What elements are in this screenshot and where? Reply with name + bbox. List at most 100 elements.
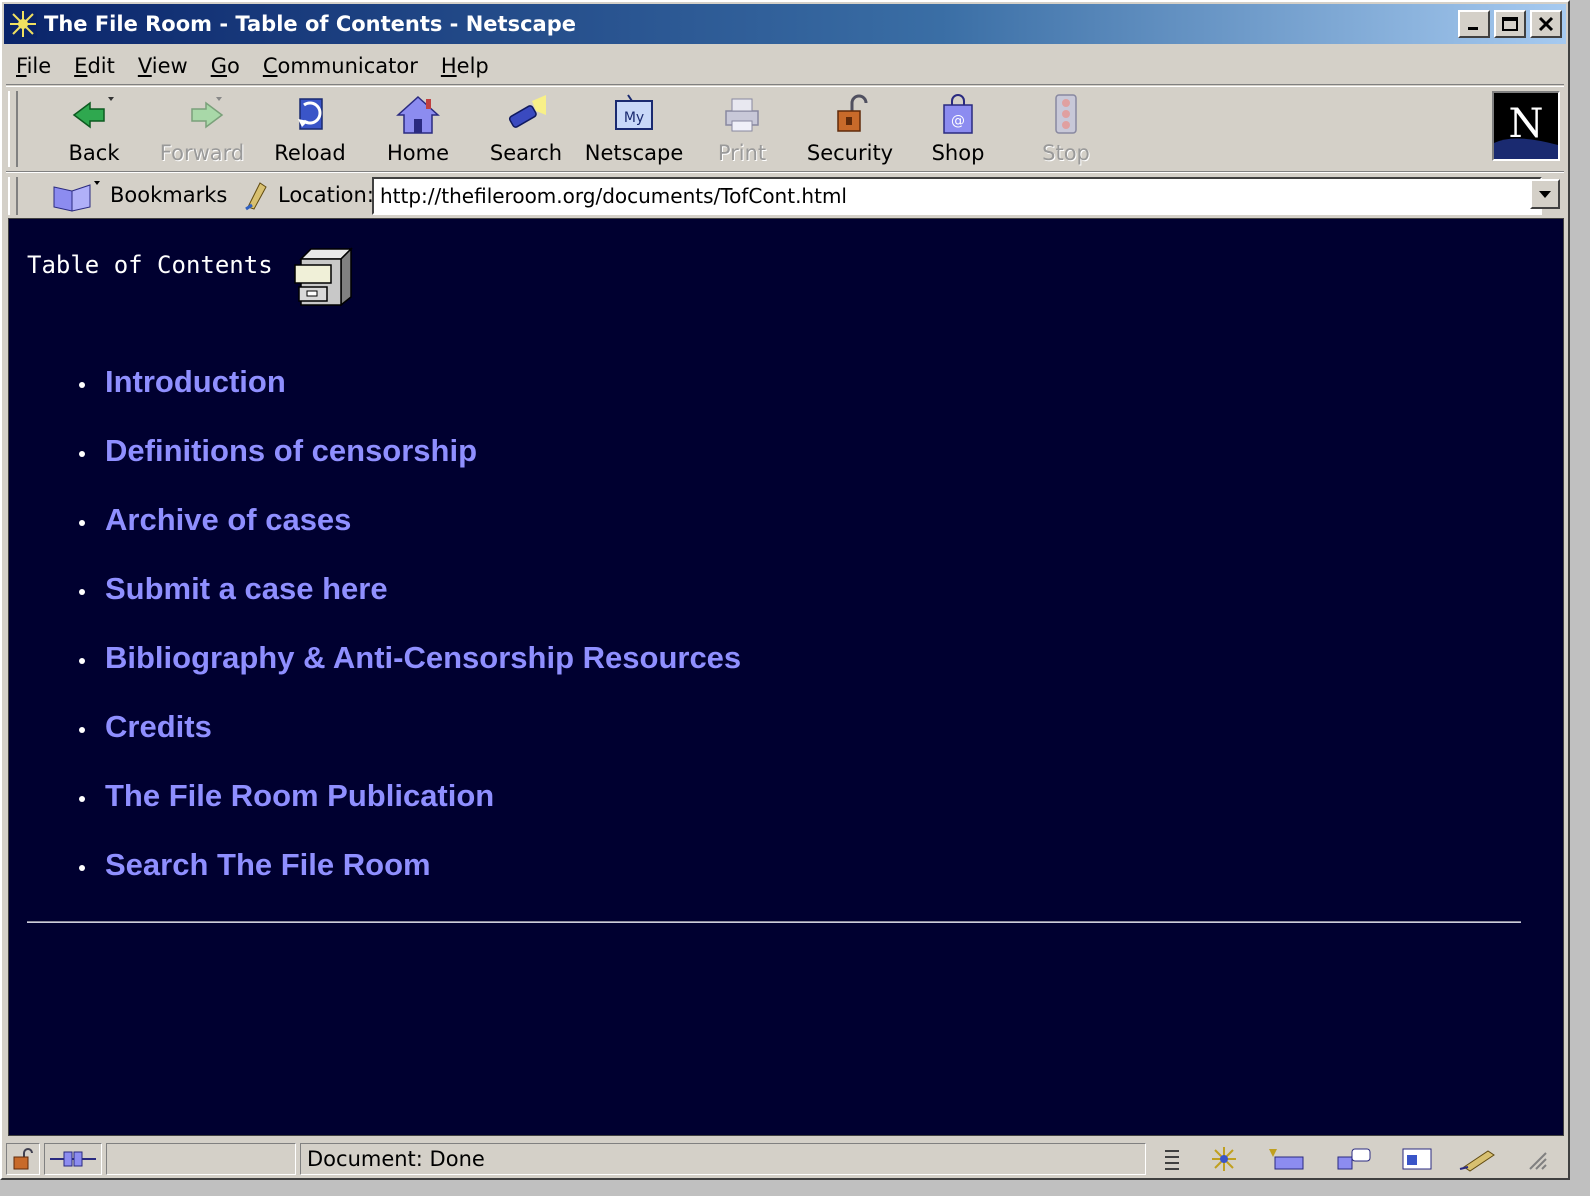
search-button[interactable]: Search [476,91,576,169]
toc-header: Table of Contents [27,243,355,307]
bullet [79,520,85,526]
list-item: Definitions of censorship [73,416,741,485]
list-item: The File Room Publication [73,761,741,830]
stop-traffic-light-icon [1055,94,1077,134]
netscape-app-icon [9,10,37,38]
page-proxy-icon[interactable] [242,179,272,211]
chevron-down-icon [1539,191,1551,198]
location-toolbar: Bookmarks Location: http://thefileroom.o… [6,172,1564,219]
link-definitions-of-censorship[interactable]: Definitions of censorship [105,433,477,469]
menu-go[interactable]: Go [211,54,240,78]
close-button[interactable] [1530,10,1562,38]
title-bar[interactable]: The File Room - Table of Contents - Nets… [4,4,1566,44]
bullet [79,727,85,733]
file-cabinet-icon [293,247,353,307]
print-button[interactable]: Print [692,91,792,169]
stop-label: Stop [1042,141,1090,165]
bookmarks-button[interactable]: Bookmarks [50,177,227,213]
status-text: Document: Done [307,1147,485,1171]
shop-button[interactable]: @ Shop [908,91,1008,169]
menu-communicator[interactable]: Communicator [263,54,418,78]
list-item: Search The File Room [73,830,741,899]
netscape-label: Netscape [584,141,684,165]
status-bar: Document: Done [6,1140,1564,1178]
window-title: The File Room - Table of Contents - Nets… [44,12,576,36]
link-archive-of-cases[interactable]: Archive of cases [105,502,351,538]
resize-grip-icon[interactable] [1524,1147,1548,1171]
mail-inbox-icon[interactable] [1265,1145,1309,1173]
connection-status-cell[interactable] [44,1143,102,1175]
menu-view-accel: V [137,54,152,78]
search-flashlight-icon [508,95,546,128]
menu-file-accel: F [16,54,27,78]
home-button[interactable]: Home [368,91,468,169]
link-introduction[interactable]: Introduction [105,364,286,400]
component-bar [1150,1143,1560,1175]
maximize-icon [1502,17,1518,31]
menu-help[interactable]: Help [441,54,489,78]
minimize-icon [1468,27,1478,30]
search-label: Search [489,141,563,165]
menu-file[interactable]: File [16,54,51,78]
toolbar-grip[interactable] [8,91,18,167]
forward-label: Forward [159,141,245,165]
reload-button[interactable]: Reload [260,91,360,169]
bullet [79,589,85,595]
location-toolbar-grip[interactable] [8,177,18,215]
padlock-status-icon [13,1148,33,1170]
online-plug-icon [50,1151,96,1167]
bookmarks-label: Bookmarks [110,183,228,207]
forward-button[interactable]: Forward [152,91,252,169]
svg-text:My: My [624,110,644,126]
menu-go-label: o [226,54,240,78]
menu-edit-label: dit [87,54,115,78]
svg-text:N: N [1509,101,1544,147]
close-icon [1538,16,1554,32]
security-padlock-icon [837,94,868,132]
netscape-throbber-logo[interactable]: N [1492,91,1560,161]
menu-communicator-label: ommunicator [277,54,418,78]
browser-window: The File Room - Table of Contents - Nets… [0,0,1570,1180]
toc-list: Introduction Definitions of censorship A… [73,347,741,899]
menu-edit-accel: E [74,54,88,78]
location-url-input[interactable]: http://thefileroom.org/documents/TofCont… [372,177,1542,215]
bullet [79,796,85,802]
location-dropdown-button[interactable] [1530,179,1560,209]
list-item: Credits [73,692,741,761]
netscape-button[interactable]: My Netscape [584,91,684,169]
minimize-button[interactable] [1458,10,1490,38]
location-label: Location: [278,183,374,207]
link-bibliography[interactable]: Bibliography & Anti-Censorship Resources [105,640,741,676]
status-text-cell: Document: Done [300,1143,1146,1175]
stop-button[interactable]: Stop [1016,91,1116,169]
forward-arrow-icon [191,97,224,129]
link-credits[interactable]: Credits [105,709,212,745]
component-bar-grip-icon[interactable] [1161,1145,1183,1173]
link-file-room-publication[interactable]: The File Room Publication [105,778,494,814]
discussion-groups-icon[interactable] [1332,1145,1376,1173]
menu-view[interactable]: View [138,54,188,78]
composer-icon[interactable] [1399,1145,1435,1173]
horizontal-rule [27,921,1521,923]
link-search-file-room[interactable]: Search The File Room [105,847,431,883]
security-button[interactable]: Security [800,91,900,169]
back-button[interactable]: Back [44,91,144,169]
back-label: Back [68,141,120,165]
page-title: Table of Contents [27,251,273,279]
print-label: Print [717,141,767,165]
reload-icon [298,98,323,130]
printer-icon [725,98,759,132]
navigation-toolbar: Back Forward Reload Home Search My Netsc… [6,86,1564,172]
menu-communicator-accel: C [262,54,278,78]
maximize-button[interactable] [1494,10,1526,38]
aim-pen-icon[interactable] [1458,1145,1502,1173]
page-content: Table of Contents Introduction Definitio… [8,218,1564,1136]
navigator-icon[interactable] [1206,1145,1242,1173]
shop-label: Shop [931,141,985,165]
bookmarks-icon [53,181,100,212]
security-status-cell[interactable] [6,1143,40,1175]
bullet [79,451,85,457]
link-submit-a-case[interactable]: Submit a case here [105,571,388,607]
menu-edit[interactable]: Edit [74,54,115,78]
reload-label: Reload [274,141,346,165]
